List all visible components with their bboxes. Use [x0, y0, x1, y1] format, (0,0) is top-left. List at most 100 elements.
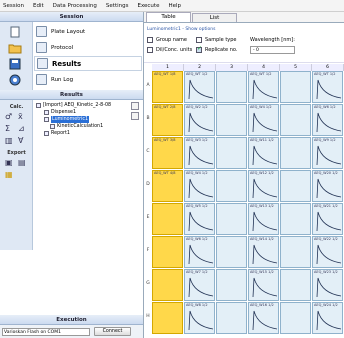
tree-settings-icon[interactable] — [131, 112, 139, 120]
column-header[interactable]: 2 — [184, 64, 216, 71]
well-cell[interactable]: AEQ_WT 1/2 — [248, 71, 279, 103]
well-cell[interactable] — [152, 236, 183, 268]
menu-data-processing[interactable]: Data Processing — [53, 3, 97, 9]
tree-item-kinetic-calc[interactable]: KineticCalculation1 — [36, 123, 141, 130]
well-cell[interactable]: AEQ_W6 1/2 — [184, 236, 215, 268]
well-cell[interactable] — [280, 170, 311, 202]
row-header[interactable]: F — [144, 248, 152, 253]
well-cell[interactable]: AEQ_W8 1/2 — [184, 302, 215, 334]
well-cell[interactable]: AEQ_W12 1/2 — [248, 170, 279, 202]
row-header[interactable]: B — [144, 116, 152, 121]
well-cell[interactable]: AEQ_W14 1/2 — [248, 236, 279, 268]
tab-list[interactable]: List — [192, 13, 237, 22]
well-cell[interactable] — [216, 203, 247, 235]
session-item-results[interactable]: Results — [34, 56, 142, 71]
well-cell[interactable]: AEQ_WT 1/8 — [152, 71, 183, 103]
well-cell[interactable] — [280, 236, 311, 268]
group-name-checkbox[interactable] — [147, 37, 153, 43]
row-header[interactable]: D — [144, 182, 152, 187]
well-cell[interactable]: AEQ_W3 1/2 — [184, 137, 215, 169]
menu-execute[interactable]: Execute — [137, 3, 159, 9]
column-header[interactable]: 6 — [312, 64, 344, 71]
well-cell[interactable]: AEQ_W15 1/2 — [248, 269, 279, 301]
sample-type-checkbox[interactable] — [196, 37, 202, 43]
session-item-protocol[interactable]: Protocol — [34, 40, 142, 55]
well-cell[interactable] — [280, 104, 311, 136]
well-cell[interactable]: AEQ_WT 1/2 — [184, 71, 215, 103]
session-item-plate-layout[interactable]: Plate Layout — [34, 24, 142, 39]
instrument-select[interactable]: Varioskan Flash on COM1 — [2, 327, 90, 336]
bar-chart-icon[interactable]: ▥ — [5, 136, 13, 145]
well-cell[interactable]: AEQ_WT 2/8 — [152, 104, 183, 136]
well-cell[interactable]: AEQ_W21 1/2 — [312, 203, 343, 235]
well-cell[interactable]: AEQ_W9 1/2 — [312, 137, 343, 169]
well-cell[interactable]: AEQ_WT 4/8 — [152, 170, 183, 202]
well-cell[interactable]: AEQ_W11 1/2 — [248, 137, 279, 169]
tree-item-luminometric[interactable]: Luminometric1 — [36, 116, 141, 123]
well-cell[interactable] — [216, 269, 247, 301]
export-excel-icon[interactable]: ▤ — [18, 158, 26, 167]
row-header[interactable]: E — [144, 215, 152, 220]
new-session-icon[interactable] — [8, 26, 22, 38]
well-cell[interactable] — [216, 137, 247, 169]
wavelength-input[interactable]: - 0 — [250, 46, 295, 54]
menu-help[interactable]: Help — [168, 3, 181, 9]
well-cell[interactable]: AEQ_W24 1/2 — [312, 302, 343, 334]
menu-session[interactable]: Session — [3, 3, 24, 9]
save-icon[interactable] — [8, 58, 22, 70]
tree-item-dispense[interactable]: Dispense1 — [36, 109, 141, 116]
row-header[interactable]: A — [144, 83, 152, 88]
well-cell[interactable]: AEQ_W2 1/2 — [184, 104, 215, 136]
column-header[interactable]: 3 — [216, 64, 248, 71]
well-cell[interactable]: AEQ_W6 1/2 — [312, 104, 343, 136]
well-cell[interactable] — [280, 71, 311, 103]
well-cell[interactable]: AEQ_W20 1/2 — [312, 170, 343, 202]
well-cell[interactable] — [280, 302, 311, 334]
session-item-run-log[interactable]: Run Log — [34, 72, 142, 87]
row-header[interactable]: G — [144, 281, 152, 286]
export-file-icon[interactable]: ▦ — [5, 170, 13, 179]
well-cell[interactable]: AEQ_W4 1/2 — [248, 104, 279, 136]
column-header[interactable]: 5 — [280, 64, 312, 71]
tree-expand-icon[interactable] — [131, 102, 139, 110]
tree-item-import[interactable]: [Import] AEQ_Kinetic_2-8-08 — [36, 102, 141, 109]
well-cell[interactable]: AEQ_W4 1/2 — [184, 170, 215, 202]
curve-fit-icon[interactable]: ♂ — [5, 112, 12, 121]
line-chart-icon[interactable]: ⊿ — [18, 124, 25, 133]
well-cell[interactable]: AEQ_WT 1/2 — [312, 71, 343, 103]
export-report-icon[interactable]: ▣ — [5, 158, 13, 167]
well-cell[interactable]: AEQ_W13 1/2 — [248, 203, 279, 235]
menu-edit[interactable]: Edit — [33, 3, 44, 9]
well-cell[interactable] — [216, 104, 247, 136]
well-cell[interactable] — [280, 269, 311, 301]
sum-icon[interactable]: Σ — [5, 124, 10, 133]
well-cell[interactable] — [216, 302, 247, 334]
tab-table[interactable]: Table — [146, 12, 191, 22]
well-cell[interactable]: AEQ_W7 1/2 — [184, 269, 215, 301]
menu-settings[interactable]: Settings — [106, 3, 129, 9]
connect-button[interactable]: Connect — [94, 327, 131, 336]
well-cell[interactable]: AEQ_WT 3/8 — [152, 137, 183, 169]
well-cell[interactable] — [152, 269, 183, 301]
well-cell[interactable]: AEQ_W16 1/2 — [248, 302, 279, 334]
dil-conc-checkbox[interactable] — [147, 47, 153, 53]
run-icon[interactable] — [8, 74, 22, 86]
x-bar-icon[interactable]: x̄ — [18, 112, 23, 121]
well-cell[interactable]: AEQ_W22 1/2 — [312, 236, 343, 268]
column-header[interactable]: 4 — [248, 64, 280, 71]
tree-item-report[interactable]: Report1 — [36, 130, 141, 137]
row-header[interactable]: C — [144, 149, 152, 154]
well-cell[interactable] — [216, 236, 247, 268]
show-options-title[interactable]: Luminometric1 - Show options — [147, 27, 341, 32]
well-cell[interactable] — [216, 71, 247, 103]
well-cell[interactable] — [216, 170, 247, 202]
well-cell[interactable] — [280, 137, 311, 169]
kinetic-icon[interactable]: Ɐ — [18, 136, 23, 145]
well-cell[interactable]: AEQ_W23 1/2 — [312, 269, 343, 301]
well-cell[interactable] — [280, 203, 311, 235]
well-cell[interactable]: AEQ_W5 1/2 — [184, 203, 215, 235]
well-cell[interactable] — [152, 302, 183, 334]
replicate-checkbox[interactable] — [196, 45, 202, 53]
row-header[interactable]: H — [144, 314, 152, 319]
open-folder-icon[interactable] — [8, 42, 22, 54]
